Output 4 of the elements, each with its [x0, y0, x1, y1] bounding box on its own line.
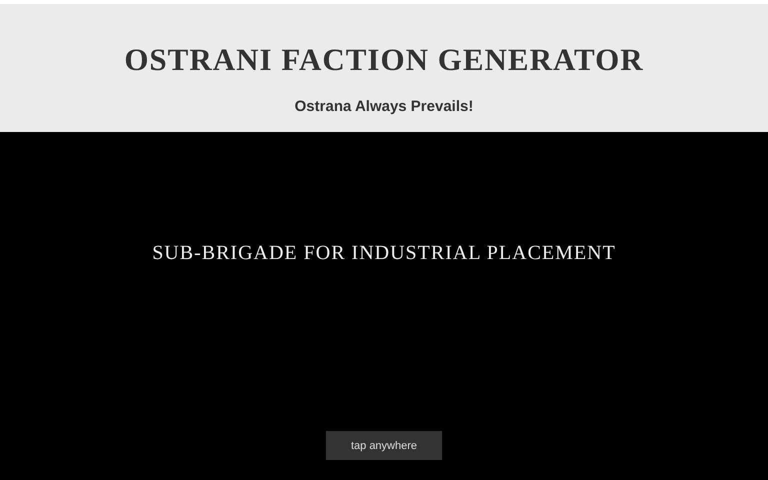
tap-anywhere-button[interactable]: tap anywhere — [326, 431, 442, 460]
page-title: OSTRANI FACTION GENERATOR — [124, 42, 644, 78]
subtitle: Ostrana Always Prevails! — [294, 98, 474, 115]
faction-name: SUB-BRIGADE FOR INDUSTRIAL PLACEMENT — [152, 242, 616, 265]
